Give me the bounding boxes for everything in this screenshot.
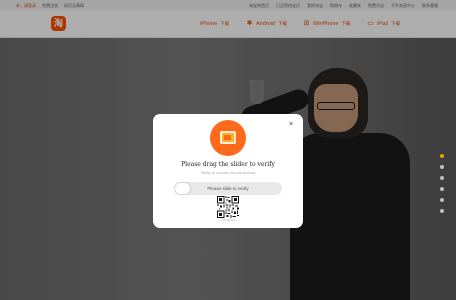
verification-dialog: × Please drag the slider to verify Verif… [153,114,303,228]
slider-handle[interactable] [175,183,190,194]
close-icon[interactable]: × [289,121,293,128]
qr-caption: Feedback [220,218,236,222]
dialog-subtitle: Verify to ensure normal access [200,170,256,175]
qr-code-icon [217,196,239,218]
carousel-dot[interactable] [440,165,444,169]
dialog-title: Please drag the slider to verify [181,161,275,168]
carousel-dots [440,154,444,213]
tv-badge-icon [210,120,246,156]
carousel-dot[interactable] [440,198,444,202]
verify-slider[interactable]: Please slide to verify [174,182,282,195]
carousel-dot[interactable] [440,176,444,180]
carousel-dot[interactable] [440,154,444,158]
slider-label: Please slide to verify [207,185,249,191]
carousel-dot[interactable] [440,187,444,191]
carousel-dot[interactable] [440,209,444,213]
